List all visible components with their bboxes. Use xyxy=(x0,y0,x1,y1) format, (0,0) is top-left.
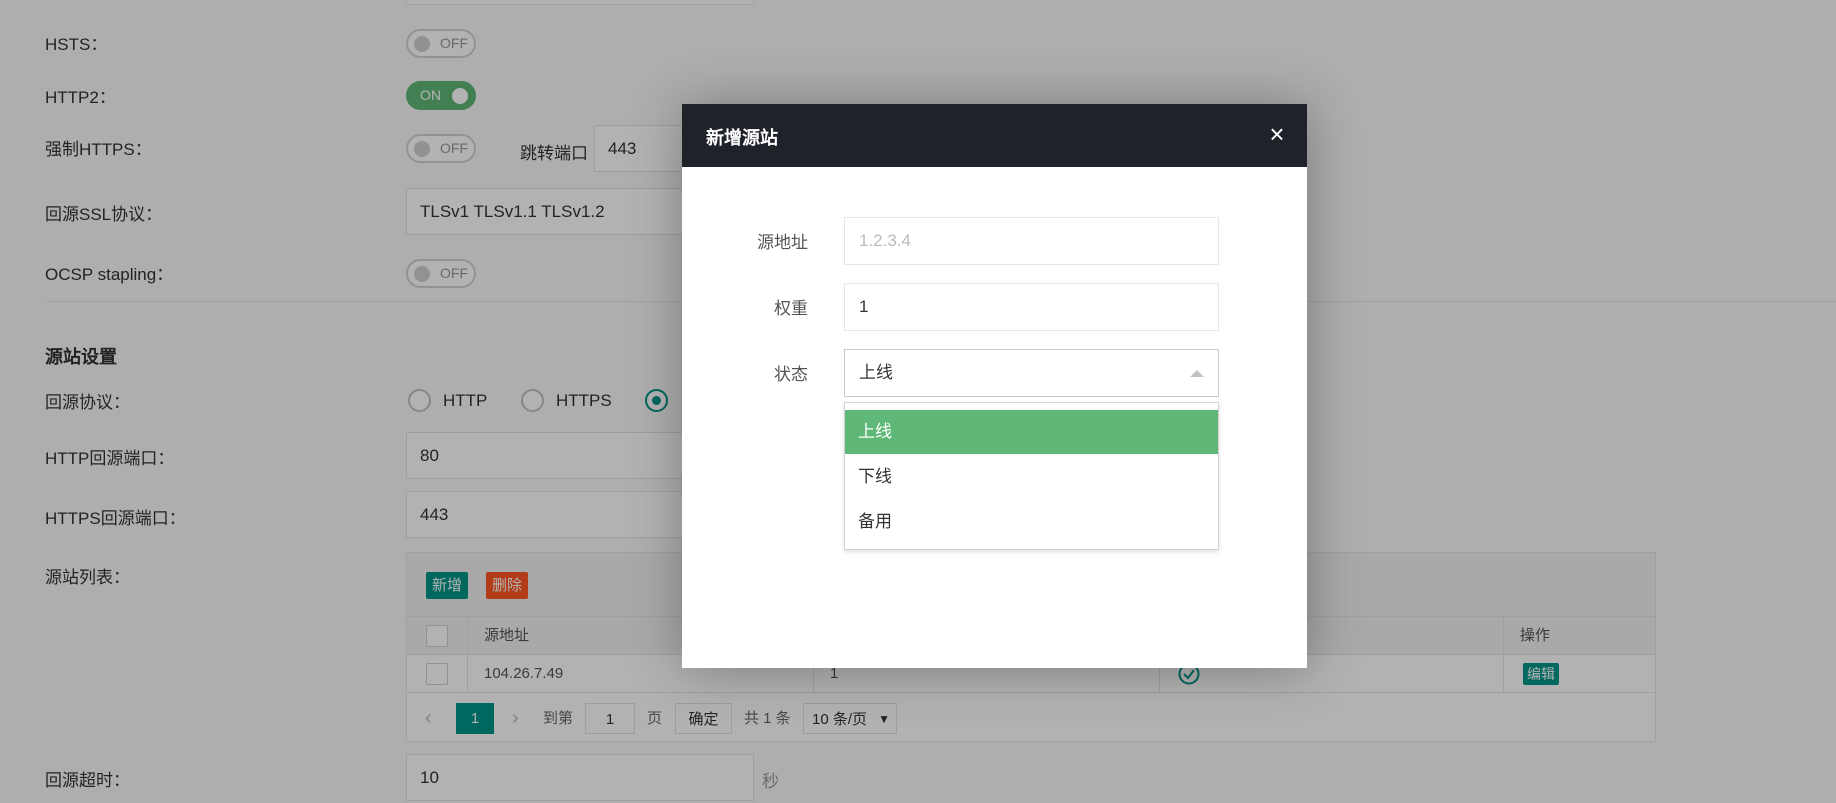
status-option-backup[interactable]: 备用 xyxy=(845,500,1218,544)
status-option-offline[interactable]: 下线 xyxy=(845,455,1218,499)
modal-header: 新增源站 × xyxy=(682,104,1307,167)
address-input[interactable]: 1.2.3.4 xyxy=(844,217,1219,265)
weight-input[interactable]: 1 xyxy=(844,283,1219,331)
close-icon[interactable]: × xyxy=(1265,121,1289,147)
status-dropdown: 上线 下线 备用 xyxy=(844,402,1219,550)
caret-up-icon xyxy=(1190,370,1204,377)
modal-title: 新增源站 xyxy=(706,128,778,148)
status-selected-value: 上线 xyxy=(859,363,893,382)
status-label: 状态 xyxy=(774,365,808,384)
weight-label: 权重 xyxy=(774,299,808,318)
address-label: 源地址 xyxy=(757,233,808,252)
status-option-online[interactable]: 上线 xyxy=(845,410,1218,454)
add-origin-modal: 新增源站 × 源地址 1.2.3.4 权重 1 状态 上线 上线 下线 备用 xyxy=(682,104,1307,668)
status-select[interactable]: 上线 xyxy=(844,349,1219,397)
